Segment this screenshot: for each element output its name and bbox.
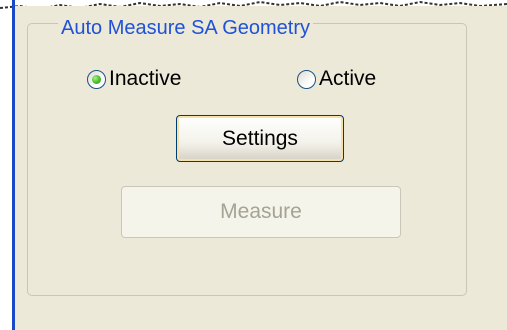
inactive-radio[interactable]: Inactive (87, 64, 181, 94)
radio-checked-icon (87, 69, 106, 89)
inactive-radio-label: Inactive (109, 67, 182, 90)
radio-unchecked-icon (297, 69, 316, 89)
radio-selected-dot (92, 74, 101, 84)
active-radio[interactable]: Active (297, 64, 376, 94)
settings-button[interactable]: Settings (176, 115, 344, 162)
active-radio-label: Active (319, 67, 377, 90)
group-title: Auto Measure SA Geometry (58, 16, 314, 40)
measure-button[interactable]: Measure (121, 186, 401, 238)
